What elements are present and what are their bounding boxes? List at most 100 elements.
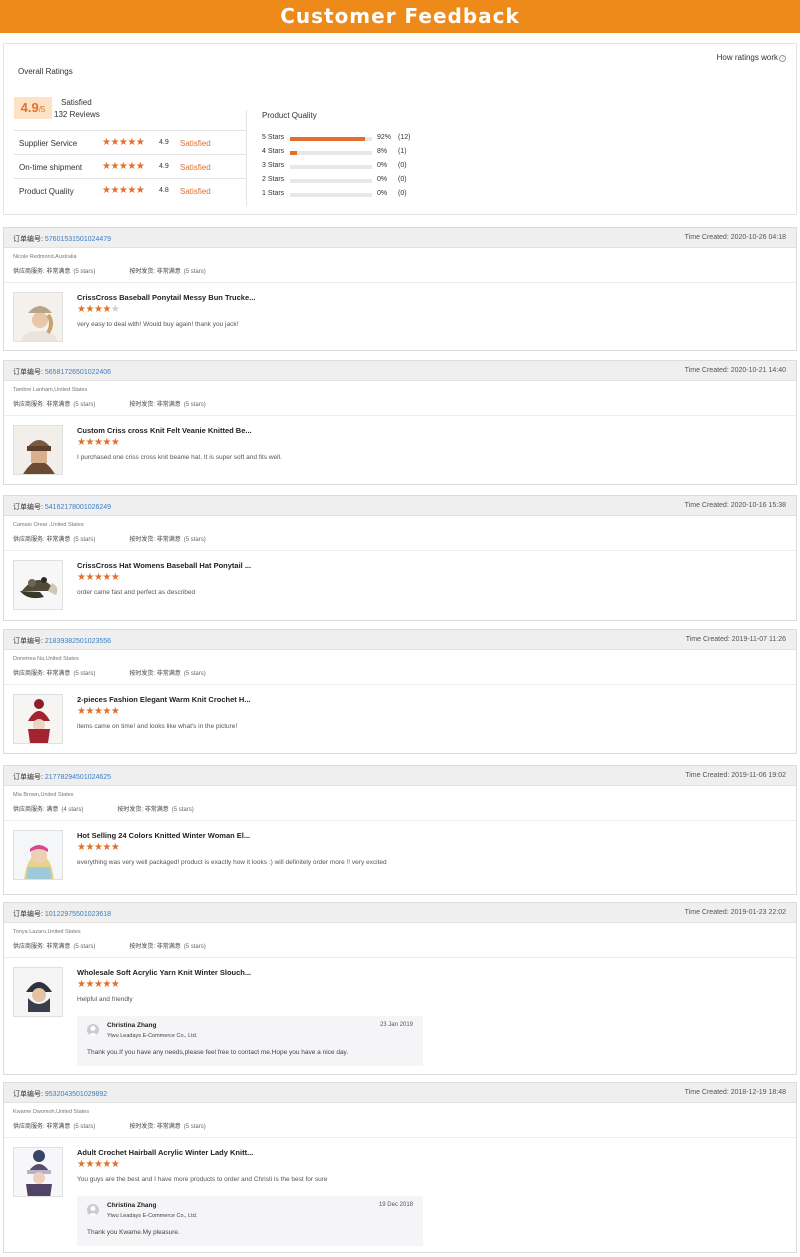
service-ratings: 供应商服务: 非常满意 (5 stars) 按时发货: 非常满意 (5 stars): [13, 1121, 206, 1130]
overall-score: 4.9/5: [14, 97, 52, 119]
star-icon: ★: [102, 304, 111, 315]
supplier-service-label: 供应商服务:: [13, 402, 47, 408]
camo-cap-icon[interactable]: [13, 560, 63, 610]
distribution-label: 3 Stars: [262, 162, 285, 169]
review-header: 订单编号: 21839382501023556 Time Created: 201…: [4, 630, 796, 650]
product-rating-stars: ★★★★★: [77, 572, 120, 583]
divider: [4, 684, 796, 685]
supplier-service-rating: 非常满意: [46, 402, 71, 408]
on-time-stars: (5 stars): [183, 944, 206, 950]
on-time-rating: 非常满意: [156, 671, 181, 677]
metric-supplier-service: Supplier Service ★★★★★ 4.9 Satisfied: [19, 137, 244, 151]
supplier-service-label: 供应商服务:: [13, 807, 47, 813]
beanie-icon[interactable]: [13, 425, 63, 475]
distribution-label: 1 Stars: [262, 190, 285, 197]
order-number-link[interactable]: 54162178001026249: [45, 504, 111, 511]
star-icon: ★: [85, 572, 94, 583]
order-number: 订单编号: 56581726501022406: [13, 367, 111, 377]
time-created: Time Created: 2019-11-06 19:02: [685, 772, 786, 779]
star-icon: ★: [102, 706, 111, 717]
order-prefix: 订单编号:: [13, 911, 45, 918]
star-icon: ★: [102, 842, 111, 853]
on-time-stars: (5 stars): [183, 1124, 206, 1130]
review-header: 订单编号: 56581726501022406 Time Created: 202…: [4, 361, 796, 381]
red-beanie-icon[interactable]: [13, 694, 63, 744]
avatar: [87, 1024, 99, 1036]
order-number: 订单编号: 21839382501023556: [13, 636, 111, 646]
review-header: 订单编号: 21778294501024625 Time Created: 201…: [4, 766, 796, 786]
buyer-name: Kwame Dwomoh,United States: [13, 1109, 90, 1115]
review-card: 订单编号: 57601531501024479 Time Created: 202…: [3, 227, 797, 351]
pompom-hat-icon[interactable]: [13, 1147, 63, 1197]
on-time-label: 按时发货:: [129, 671, 157, 677]
on-time-rating: 非常满意: [144, 807, 169, 813]
product-name-link[interactable]: Hot Selling 24 Colors Knitted Winter Wom…: [77, 831, 250, 840]
metric-value: 4.9: [159, 163, 169, 170]
order-prefix: 订单编号:: [13, 236, 45, 243]
review-header: 订单编号: 54162178001026249 Time Created: 202…: [4, 496, 796, 516]
star-icon: ★: [85, 842, 94, 853]
review-comment: items came on time! and looks like what'…: [77, 723, 238, 730]
metric-name: Product Quality: [19, 187, 74, 196]
headband-icon[interactable]: [13, 830, 63, 880]
order-number: 订单编号: 21778294501024625: [13, 772, 111, 782]
avatar: [87, 1204, 99, 1216]
reply-text: Thank you Kwame.My pleasure.: [87, 1229, 180, 1236]
reply-author: Christina Zhang: [107, 1022, 157, 1029]
distribution-label: 2 Stars: [262, 176, 285, 183]
time-created: Time Created: 2020-10-26 04:18: [685, 234, 786, 241]
order-number-link[interactable]: 9532043501029892: [45, 1091, 107, 1098]
supplier-reply: Christina Zhang Yiwu Leadays E-Commerce C…: [77, 1196, 423, 1246]
distribution-percent: 0%: [377, 176, 388, 183]
how-ratings-work-link[interactable]: How ratings work?: [717, 53, 786, 62]
time-created: Time Created: 2018-12-19 18:48: [685, 1089, 786, 1096]
distribution-count: (1): [398, 148, 407, 155]
star-icon: ★: [110, 842, 120, 853]
time-value: 2020-10-26 04:18: [730, 234, 786, 241]
order-prefix: 订单编号:: [13, 369, 45, 376]
review-comment: You guys are the best and I have more pr…: [77, 1176, 328, 1183]
distribution-bar: [290, 179, 372, 183]
review-card: 订单编号: 9532043501029892 Time Created: 2018…: [3, 1082, 797, 1253]
product-rating-stars: ★★★★★: [77, 304, 120, 315]
help-icon: ?: [779, 55, 786, 62]
distribution-percent: 0%: [377, 190, 388, 197]
distribution-row: 4 Stars 8% (1): [262, 147, 462, 159]
order-number: 订单编号: 9532043501029892: [13, 1089, 107, 1099]
service-ratings: 供应商服务: 非常满意 (5 stars) 按时发货: 非常满意 (5 stars): [13, 941, 206, 950]
review-card: 订单编号: 21839382501023556 Time Created: 201…: [3, 629, 797, 754]
star-icon: ★: [85, 979, 94, 990]
divider: [14, 154, 246, 155]
product-name-link[interactable]: Adult Crochet Hairball Acrylic Winter La…: [77, 1148, 253, 1157]
review-header: 订单编号: 9532043501029892 Time Created: 2018…: [4, 1083, 796, 1103]
order-number-link[interactable]: 21839382501023556: [45, 638, 111, 645]
reply-author: Christina Zhang: [107, 1202, 157, 1209]
order-number-link[interactable]: 56581726501022406: [45, 369, 111, 376]
reply-text: Thank you.If you have any needs,please f…: [87, 1049, 349, 1056]
divider: [4, 282, 796, 283]
distribution-percent: 8%: [377, 148, 388, 155]
order-number-link[interactable]: 57601531501024479: [45, 236, 111, 243]
review-card: 订单编号: 10122975501023618 Time Created: 201…: [3, 902, 797, 1075]
buyer-name: Tonya Lazaro,United States: [13, 929, 81, 935]
order-number-link[interactable]: 10122975501023618: [45, 911, 111, 918]
time-value: 2020-10-16 15:38: [730, 502, 786, 509]
buyer-name: Nicole Redmond,Australia: [13, 254, 77, 260]
product-name-link[interactable]: 2-pieces Fashion Elegant Warm Knit Croch…: [77, 695, 251, 704]
product-rating-stars: ★★★★★: [77, 1159, 120, 1170]
product-name-link[interactable]: CrissCross Hat Womens Baseball Hat Ponyt…: [77, 561, 251, 570]
product-name-link[interactable]: Custom Criss cross Knit Felt Veanie Knit…: [77, 426, 252, 435]
product-name-link[interactable]: CrissCross Baseball Ponytail Messy Bun T…: [77, 293, 255, 302]
on-time-label: 按时发货:: [129, 944, 157, 950]
buyer-name: Camaio Orear ,United States: [13, 522, 84, 528]
cap-icon[interactable]: [13, 292, 63, 342]
divider: [4, 1137, 796, 1138]
distribution-percent: 0%: [377, 162, 388, 169]
order-number-link[interactable]: 21778294501024625: [45, 774, 111, 781]
service-ratings: 供应商服务: 满意 (4 stars) 按时发货: 非常满意 (5 stars): [13, 804, 194, 813]
product-name-link[interactable]: Wholesale Soft Acrylic Yarn Knit Winter …: [77, 968, 251, 977]
review-comment: order came fast and perfect as described: [77, 589, 196, 596]
on-time-label: 按时发货:: [129, 1124, 157, 1130]
slouch-hat-icon[interactable]: [13, 967, 63, 1017]
how-ratings-work-label: How ratings work: [716, 53, 778, 62]
